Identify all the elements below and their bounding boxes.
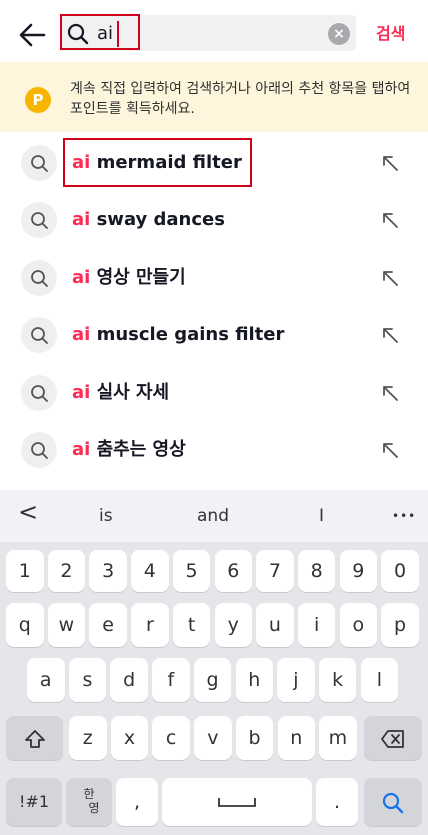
key-7[interactable]: 7 <box>256 550 294 592</box>
symbols-key[interactable]: !#1 <box>6 778 62 826</box>
points-banner-text: 계속 직접 입력하여 검색하거나 아래의 추천 항목을 탭하여 포인트를 획득하… <box>70 81 411 117</box>
lang-korean-label: 한 <box>83 787 95 801</box>
key-g[interactable]: g <box>193 658 232 702</box>
key-c[interactable]: c <box>152 716 190 760</box>
suggestion-match-text: ai <box>72 381 91 403</box>
suggestion-item[interactable]: ai 춤추는 영상 <box>0 422 428 479</box>
key-h[interactable]: h <box>235 658 273 702</box>
key-i[interactable]: i <box>297 603 336 647</box>
key-o[interactable]: o <box>339 603 378 647</box>
suggestion-search-icon <box>21 259 57 296</box>
keyboard-more-button[interactable]: ••• <box>392 504 416 528</box>
suggestion-search-icon <box>21 374 57 411</box>
key-r[interactable]: r <box>131 603 169 647</box>
key-x[interactable]: x <box>110 716 149 760</box>
period-key[interactable]: . <box>316 778 358 826</box>
suggestion-item[interactable]: ai muscle gains filter <box>0 307 428 364</box>
suggestion-match-text: ai <box>72 324 91 346</box>
suggestion-rest-text: sway dances <box>90 209 225 231</box>
clear-search-icon[interactable]: × <box>328 23 350 45</box>
suggestion-match-text: ai <box>72 266 91 288</box>
language-switch-key[interactable]: 한영 <box>66 778 112 826</box>
suggestion-rest-text: muscle gains filter <box>90 324 285 346</box>
key-3[interactable]: 3 <box>89 550 127 592</box>
suggestion-item[interactable]: ai sway dances <box>0 192 428 249</box>
back-arrow-icon[interactable] <box>14 17 50 53</box>
keyboard-collapse-button[interactable]: < <box>18 500 38 524</box>
key-9[interactable]: 9 <box>339 550 378 592</box>
key-v[interactable]: v <box>194 716 232 760</box>
key-8[interactable]: 8 <box>297 550 336 592</box>
suggestion-label: ai muscle gains filter <box>72 323 284 347</box>
suggestion-rest-text: 춤추는 영상 <box>90 439 186 460</box>
key-q[interactable]: q <box>6 603 44 647</box>
fill-query-arrow-icon[interactable] <box>378 381 402 405</box>
key-z[interactable]: z <box>69 716 107 760</box>
key-w[interactable]: w <box>47 603 86 647</box>
suggestion-label: ai 춤추는 영상 <box>72 438 186 462</box>
key-5[interactable]: 5 <box>172 550 211 592</box>
space-key[interactable] <box>162 778 312 826</box>
backspace-icon <box>381 729 404 748</box>
key-l[interactable]: l <box>360 658 399 702</box>
search-icon <box>382 792 404 813</box>
key-1[interactable]: 1 <box>6 550 44 592</box>
suggestion-match-text: ai <box>72 209 91 231</box>
suggestion-rest-text: 영상 만들기 <box>90 266 186 288</box>
suggestion-label: ai sway dances <box>72 208 225 232</box>
fill-query-arrow-icon[interactable] <box>378 266 402 290</box>
key-n[interactable]: n <box>277 716 315 760</box>
comma-key[interactable]: , <box>116 778 158 826</box>
language-switch-label: 한영 <box>66 778 112 815</box>
search-key[interactable] <box>364 778 422 826</box>
key-f[interactable]: f <box>152 658 190 702</box>
key-0[interactable]: 0 <box>381 550 419 592</box>
key-u[interactable]: u <box>256 603 294 647</box>
fill-query-arrow-icon[interactable] <box>378 208 402 232</box>
suggestion-search-icon <box>21 202 57 239</box>
key-m[interactable]: m <box>319 716 357 760</box>
suggestion-rest-text: 실사 자세 <box>90 381 170 403</box>
suggestion-match-text: ai <box>72 439 91 460</box>
suggestion-highlight-box <box>63 138 252 187</box>
suggestion-search-icon <box>21 317 57 354</box>
search-submit-button[interactable]: 검색 <box>376 22 405 46</box>
suggestion-item[interactable]: ai 실사 자세 <box>0 365 428 422</box>
suggestion-label: ai 영상 만들기 <box>72 266 186 290</box>
prediction-item[interactable]: I <box>319 504 324 528</box>
fill-query-arrow-icon[interactable] <box>378 323 402 347</box>
key-k[interactable]: k <box>318 658 357 702</box>
fill-query-arrow-icon[interactable] <box>378 438 402 462</box>
key-2[interactable]: 2 <box>47 550 86 592</box>
key-s[interactable]: s <box>68 658 107 702</box>
key-a[interactable]: a <box>27 658 65 702</box>
key-6[interactable]: 6 <box>214 550 252 592</box>
prediction-item[interactable]: and <box>197 504 229 528</box>
key-j[interactable]: j <box>277 658 315 702</box>
key-b[interactable]: b <box>235 716 274 760</box>
space-icon <box>218 797 256 807</box>
key-d[interactable]: d <box>110 658 148 702</box>
shift-icon <box>24 729 45 748</box>
fill-query-arrow-icon[interactable] <box>378 151 402 175</box>
suggestion-search-icon <box>21 432 57 468</box>
key-t[interactable]: t <box>172 603 211 647</box>
lang-english-label: 영 <box>88 801 100 815</box>
key-p[interactable]: p <box>381 603 419 647</box>
key-4[interactable]: 4 <box>131 550 169 592</box>
prediction-item[interactable]: is <box>99 504 113 528</box>
key-y[interactable]: y <box>214 603 252 647</box>
points-coin-icon: P <box>25 87 51 113</box>
suggestion-search-icon <box>21 145 57 181</box>
suggestion-item[interactable]: ai 영상 만들기 <box>0 250 428 307</box>
search-input-highlight-box <box>60 14 140 50</box>
backspace-key[interactable] <box>364 716 422 760</box>
suggestion-label: ai 실사 자세 <box>72 381 169 405</box>
shift-key[interactable] <box>6 716 63 760</box>
key-e[interactable]: e <box>89 603 127 647</box>
